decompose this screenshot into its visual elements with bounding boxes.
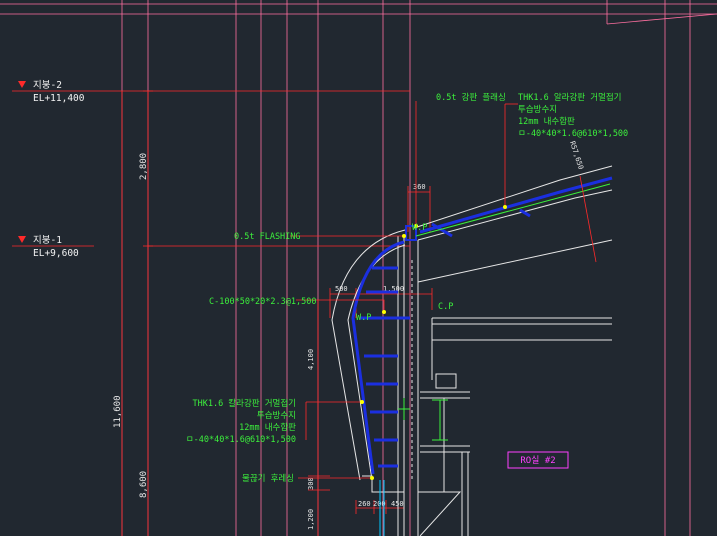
level-elevation: EL+11,400: [33, 93, 85, 104]
callout-c-channel: C-100*50*20*2.3@1,500: [209, 297, 316, 307]
callout-gutter: 물끊기 후레싱: [242, 473, 294, 484]
dim-450: 450: [391, 500, 404, 508]
level-name: 지붕-2: [33, 80, 62, 91]
spec-line: 12mm 내수합판: [239, 423, 296, 433]
callout-cp: C.P: [438, 302, 453, 312]
room-tag[interactable]: RO실 #2: [507, 451, 569, 469]
level-mark-roof-2: 지붕-2 EL+11,400: [12, 80, 410, 104]
callout-top-spec: THK1.6 알라강판 거멀접기 투습방수지 12mm 내수합판 ㅁ-40*40…: [518, 92, 628, 139]
dim-300: 300: [307, 477, 315, 490]
room-tag-label: RO실 #2: [520, 455, 555, 466]
callout-flashing: 0.5t FLASHING: [234, 232, 301, 242]
level-triangle-icon: [18, 81, 26, 88]
dim-8600: 8,600: [139, 471, 149, 498]
dim-2800: 2,800: [139, 153, 149, 180]
detail-lines: [379, 183, 611, 536]
vertical-dimensions: [121, 90, 330, 536]
spec-line: ㅁ-40*40*1.6@610*1,500: [518, 129, 628, 139]
dim-360: 360: [413, 183, 426, 191]
callout-top-note: 0.5t 강판 플래싱: [436, 92, 506, 103]
dim-slope: R57,650: [568, 140, 585, 171]
dim-1200: 1,200: [307, 509, 315, 530]
callout-mid-spec: THK1.6 칼라강판 거멀접기 투습방수지 12mm 내수합판 ㅁ-40*40…: [186, 398, 296, 445]
level-mark-roof-1: 지붕-1 EL+9,600: [12, 235, 410, 259]
spec-line: 12mm 내수합판: [518, 117, 575, 127]
spec-line: THK1.6 칼라강판 거멀접기: [192, 398, 296, 409]
dim-260: 260: [358, 500, 371, 508]
callout-wp-top: W.P: [412, 223, 427, 233]
dim-11600: 11,600: [113, 395, 123, 428]
spec-line: 투습방수지: [518, 104, 557, 115]
dim-4100: 4,100: [307, 349, 315, 370]
spec-line: THK1.6 알라강판 거멀접기: [518, 92, 622, 103]
grid-lines: [0, 0, 717, 536]
cad-section-drawing[interactable]: 지붕-2 EL+11,400 지붕-1 EL+9,600 2,800 11,60…: [0, 0, 717, 536]
level-elevation: EL+9,600: [33, 248, 79, 259]
spec-line: 투습방수지: [257, 410, 296, 421]
callout-wp-mid: W.P: [356, 313, 371, 323]
level-triangle-icon: [18, 236, 26, 243]
level-name: 지붕-1: [33, 235, 62, 246]
spec-line: ㅁ-40*40*1.6@610*1,500: [186, 435, 296, 445]
